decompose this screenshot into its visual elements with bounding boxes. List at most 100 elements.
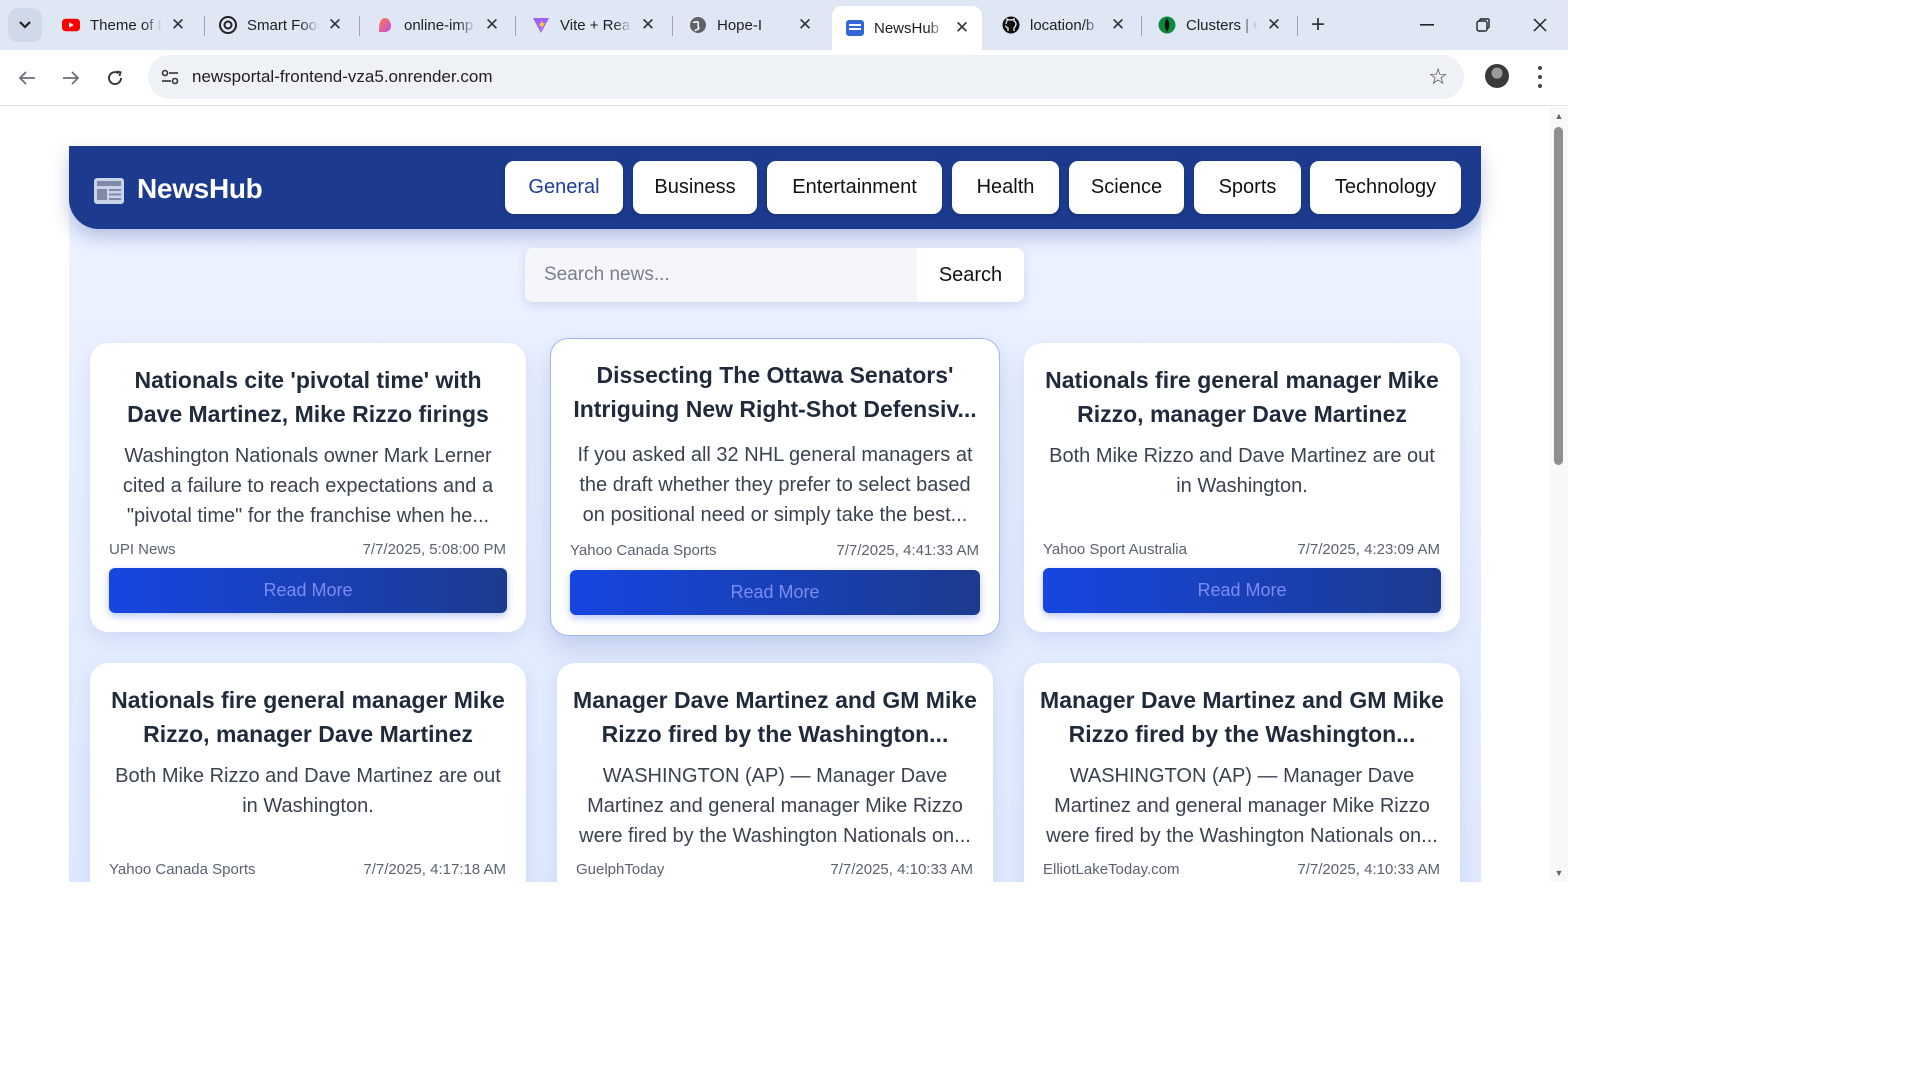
url-text[interactable]: newsportal-frontend-vza5.onrender.com: [192, 67, 493, 87]
read-more-button[interactable]: Read More: [109, 568, 507, 613]
restore-window-icon[interactable]: [1463, 8, 1503, 42]
site-info-icon[interactable]: [158, 65, 182, 89]
news-card-source: ElliotLakeToday.com: [1043, 861, 1180, 878]
vite-icon: [532, 16, 550, 34]
news-card-source: Yahoo Canada Sports: [109, 861, 256, 878]
page-scrollbar[interactable]: ▲ ▼: [1550, 107, 1568, 882]
close-window-icon[interactable]: [1520, 8, 1560, 42]
openai-icon: [219, 16, 237, 34]
tab-divider: [1297, 16, 1298, 36]
news-card-date: 7/7/2025, 4:10:33 AM: [1297, 861, 1440, 878]
news-card-title: Dissecting The Ottawa Senators' Intrigui…: [573, 362, 977, 422]
news-card-date: 7/7/2025, 4:41:33 AM: [836, 542, 979, 559]
read-more-button[interactable]: Read More: [570, 570, 980, 615]
news-card-description: Both Mike Rizzo and Dave Martinez are ou…: [1049, 445, 1435, 497]
tab-title: Hope-I: [717, 16, 763, 34]
tab-divider: [359, 16, 360, 36]
minimize-window-icon[interactable]: [1407, 8, 1447, 42]
close-tab-icon[interactable]: ✕: [482, 15, 502, 35]
search-button[interactable]: Search: [917, 248, 1024, 302]
browser-tab-1[interactable]: Smart Food ✕: [205, 6, 355, 44]
browser-toolbar: newsportal-frontend-vza5.onrender.com ☆: [0, 50, 1568, 106]
news-card-description: WASHINGTON (AP) — Manager Dave Martinez …: [579, 765, 971, 847]
tab-title: Clusters | C: [1186, 16, 1258, 34]
category-sports-button[interactable]: Sports: [1194, 161, 1301, 214]
news-card: Nationals fire general manager Mike Rizz…: [1024, 343, 1460, 632]
close-tab-icon[interactable]: ✕: [1108, 15, 1128, 35]
news-card: Nationals cite 'pivotal time' with Dave …: [90, 343, 526, 632]
browser-tab-4[interactable]: Hope-I ✕: [675, 6, 825, 44]
address-bar[interactable]: newsportal-frontend-vza5.onrender.com ☆: [148, 55, 1464, 99]
news-card-title: Manager Dave Martinez and GM Mike Rizzo …: [1040, 687, 1444, 747]
news-card-source: Yahoo Canada Sports: [570, 542, 717, 559]
mongodb-icon: [1158, 16, 1176, 34]
close-tab-icon[interactable]: ✕: [325, 15, 345, 35]
scrollbar-thumb[interactable]: [1554, 127, 1563, 465]
back-arrow-icon[interactable]: [11, 62, 43, 94]
browser-tab-0[interactable]: Theme of K ✕: [48, 6, 198, 44]
browser-tab-3[interactable]: Vite + Rea ✕: [518, 6, 668, 44]
tab-divider: [672, 16, 673, 36]
globe-icon: [689, 16, 707, 34]
news-card: Dissecting The Ottawa Senators' Intrigui…: [550, 338, 1000, 636]
close-tab-icon[interactable]: ✕: [168, 15, 188, 35]
close-tab-icon[interactable]: ✕: [1264, 15, 1284, 35]
newspaper-icon: [846, 19, 864, 37]
chevron-down-icon: [19, 21, 31, 29]
new-tab-plus-icon[interactable]: +: [1305, 11, 1331, 38]
category-entertainment-button[interactable]: Entertainment: [767, 161, 942, 214]
search-bar: Search: [525, 248, 1024, 302]
news-card-description: Washington Nationals owner Mark Lerner c…: [122, 445, 494, 527]
news-card-description: If you asked all 32 NHL general managers…: [577, 444, 973, 526]
browser-tab-6[interactable]: location/b ✕: [988, 6, 1138, 44]
category-technology-button[interactable]: Technology: [1310, 161, 1461, 214]
category-business-button[interactable]: Business: [633, 161, 757, 214]
reload-icon[interactable]: [99, 62, 131, 94]
site-brand-title[interactable]: NewsHub: [137, 173, 263, 205]
github-icon: [1002, 16, 1020, 34]
news-card-date: 7/7/2025, 4:10:33 AM: [830, 861, 973, 878]
tab-divider: [1141, 16, 1142, 36]
scroll-down-arrow-icon[interactable]: ▼: [1554, 869, 1564, 878]
tab-title: online-imp: [404, 16, 474, 34]
news-card-source: UPI News: [109, 541, 176, 558]
forward-arrow-icon[interactable]: [55, 62, 87, 94]
news-card-title: Manager Dave Martinez and GM Mike Rizzo …: [573, 687, 977, 747]
browser-tab-5-active[interactable]: NewsHub ✕: [832, 6, 982, 50]
news-card-description: WASHINGTON (AP) — Manager Dave Martinez …: [1046, 765, 1438, 847]
news-card-date: 7/7/2025, 4:23:09 AM: [1297, 541, 1440, 558]
news-card-source: GuelphToday: [576, 861, 665, 878]
category-general-button[interactable]: General: [505, 161, 623, 214]
read-more-button[interactable]: Read More: [1043, 568, 1441, 613]
newspaper-logo-icon: [94, 178, 124, 204]
news-card-title: Nationals cite 'pivotal time' with Dave …: [127, 367, 489, 427]
newshub-app: NewsHub General Business Entertainment H…: [69, 146, 1481, 882]
tab-title: NewsHub: [874, 19, 940, 37]
tab-search-button[interactable]: [8, 8, 42, 42]
browser-tab-strip: Theme of K ✕ Smart Food ✕ online-imp ✕ V…: [0, 0, 1568, 50]
page-viewport: NewsHub General Business Entertainment H…: [0, 107, 1550, 882]
news-card: Manager Dave Martinez and GM Mike Rizzo …: [557, 663, 993, 882]
news-card: Manager Dave Martinez and GM Mike Rizzo …: [1024, 663, 1460, 882]
lovable-icon: [376, 16, 394, 34]
news-card-source: Yahoo Sport Australia: [1043, 541, 1187, 558]
search-input[interactable]: [525, 248, 917, 302]
browser-tab-2[interactable]: online-imp ✕: [362, 6, 512, 44]
browser-menu-icon[interactable]: [1530, 64, 1550, 90]
category-health-button[interactable]: Health: [952, 161, 1059, 214]
close-tab-icon[interactable]: ✕: [952, 18, 972, 38]
close-tab-icon[interactable]: ✕: [795, 15, 815, 35]
bookmark-star-icon[interactable]: ☆: [1428, 64, 1448, 90]
site-header: NewsHub General Business Entertainment H…: [69, 146, 1481, 229]
close-tab-icon[interactable]: ✕: [638, 15, 658, 35]
scroll-up-arrow-icon[interactable]: ▲: [1554, 112, 1564, 121]
news-card-date: 7/7/2025, 4:17:18 AM: [363, 861, 506, 878]
browser-tab-7[interactable]: Clusters | C ✕: [1144, 6, 1294, 44]
tab-title: location/b: [1030, 16, 1095, 34]
profile-avatar[interactable]: [1485, 64, 1509, 88]
youtube-icon: [62, 16, 80, 34]
category-science-button[interactable]: Science: [1069, 161, 1184, 214]
tab-divider: [515, 16, 516, 36]
news-card-title: Nationals fire general manager Mike Rizz…: [1045, 367, 1439, 427]
tab-title: Theme of K: [90, 16, 162, 34]
